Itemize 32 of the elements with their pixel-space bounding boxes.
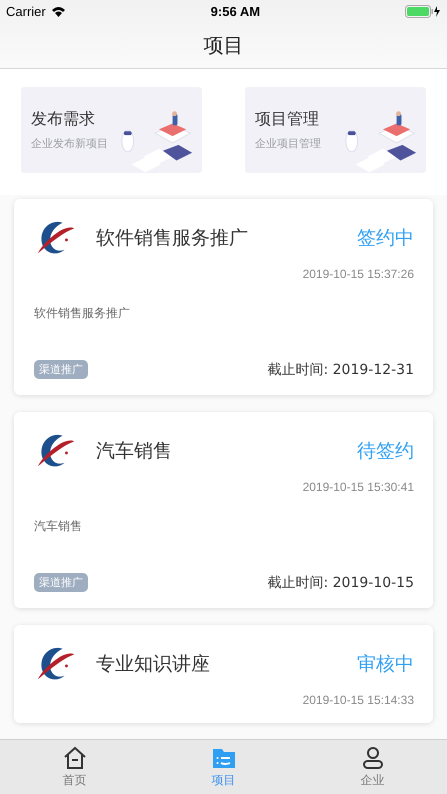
quick-action-subtitle: 企业发布新项目	[31, 136, 108, 151]
quick-action-subtitle: 企业项目管理	[255, 136, 321, 151]
project-title: 专业知识讲座	[96, 652, 211, 677]
project-status: 审核中	[357, 652, 414, 677]
home-icon	[62, 746, 88, 770]
quick-action-card[interactable]: 发布需求 企业发布新项目	[21, 87, 202, 173]
quick-action-title: 项目管理	[255, 109, 320, 130]
battery-icon	[404, 4, 441, 18]
created-time: 2019-10-15 15:30:41	[302, 480, 414, 494]
project-title: 汽车销售	[96, 439, 173, 464]
created-time: 2019-10-15 15:14:33	[302, 693, 414, 707]
page-title: 项目	[204, 32, 244, 58]
tab-bar-item[interactable]: 企业	[298, 740, 447, 794]
project-card[interactable]: 专业知识讲座 审核中 2019-10-15 15:14:33	[14, 625, 433, 723]
quick-action-title: 发布需求	[31, 109, 96, 130]
category-tag: 渠道推广	[34, 573, 88, 592]
clock-time: 9:56 AM	[210, 4, 260, 18]
wifi-icon	[50, 6, 66, 16]
project-card[interactable]: 汽车销售 待签约 2019-10-15 15:30:41 汽车销售 渠道推广 截止时间: 2019-10-15	[14, 412, 433, 608]
carrier-label: Carrier	[6, 4, 46, 18]
project-description: 软件销售服务推广	[34, 305, 131, 322]
quick-action-card[interactable]: 项目管理 企业项目管理	[245, 87, 426, 173]
deadline-text: 截止时间: 2019-10-15	[267, 574, 414, 592]
project-card[interactable]: 软件销售服务推广 签约中 2019-10-15 15:37:26 软件销售服务推广 渠道推广 截止时间: 2019-12-31	[14, 199, 433, 395]
project-status: 待签约	[357, 439, 414, 464]
category-tag: 渠道推广	[34, 360, 88, 379]
created-time: 2019-10-15 15:37:26	[302, 267, 414, 281]
project-status: 签约中	[357, 226, 414, 251]
project-title: 软件销售服务推广	[96, 226, 249, 251]
tab-bar-item[interactable]: 首页	[0, 740, 149, 794]
deadline-text: 截止时间: 2019-12-31	[267, 360, 414, 378]
project-description: 汽车销售	[34, 518, 83, 535]
